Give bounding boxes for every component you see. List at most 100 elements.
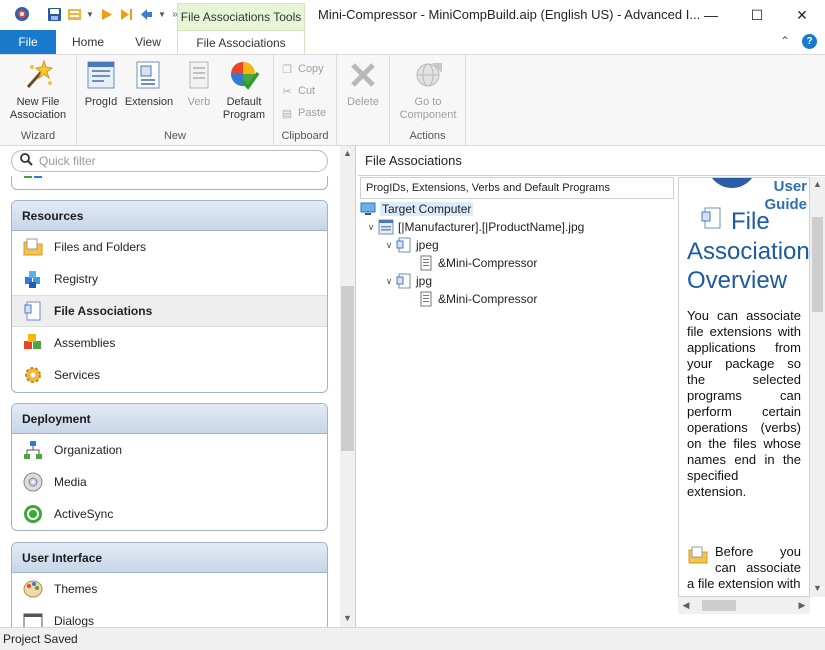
folder-note-icon	[687, 544, 709, 570]
back-dropdown-icon[interactable]: ▼	[158, 6, 166, 22]
title-bar: ▼ ▼ » File Associations Tools Mini-Compr…	[0, 0, 825, 30]
progid-button[interactable]: ProgId	[81, 59, 121, 109]
go-to-component-button[interactable]: Go to Component	[394, 59, 462, 122]
minimize-button[interactable]: —	[688, 0, 734, 30]
tab-home[interactable]: Home	[60, 30, 116, 54]
nav-item-services[interactable]: Services	[12, 359, 327, 391]
ribbon-group-clipboard: ❐ Copy ✂ Cut ▤ Paste Clipboard	[274, 55, 337, 145]
new-file-association-button[interactable]: New File Association	[4, 59, 72, 122]
verb-icon	[418, 291, 434, 307]
run-icon[interactable]	[98, 6, 114, 22]
verb-icon	[183, 59, 215, 91]
tree-label: &Mini-Compressor	[438, 292, 538, 306]
guide-title: File Associations Overview	[687, 206, 809, 295]
nav-item-file-associations[interactable]: File Associations	[12, 295, 327, 327]
collapse-chevron-icon[interactable]: ∨	[382, 276, 396, 287]
ribbon-group-label: Clipboard	[281, 130, 329, 142]
navigation-scrollbar[interactable]: ▲ ▼	[340, 146, 355, 627]
close-button[interactable]: ✕	[779, 0, 825, 30]
tree-label: jpg	[416, 274, 433, 288]
panel-previous	[11, 176, 328, 190]
progid-label: ProgId	[84, 96, 118, 108]
ribbon-group-actions: Go to Component Actions	[390, 55, 466, 145]
extension-icon	[396, 273, 412, 289]
nav-item-activesync[interactable]: ActiveSync	[12, 498, 327, 530]
scroll-down-icon[interactable]: ▼	[810, 581, 825, 595]
debug-icon[interactable]	[118, 6, 134, 22]
nav-item-media[interactable]: Media	[12, 466, 327, 498]
tree-node-extension-jpg[interactable]: ∨ jpg	[382, 272, 432, 290]
dropdown-arrow-icon[interactable]: ▼	[86, 6, 94, 22]
registry-icon	[22, 268, 44, 290]
app-icon[interactable]	[14, 6, 30, 22]
scroll-down-icon[interactable]: ▼	[340, 611, 355, 625]
paste-button[interactable]: ▤ Paste	[280, 106, 326, 120]
tree-column-header[interactable]: ProgIDs, Extensions, Verbs and Default P…	[360, 177, 674, 199]
ribbon-group-delete: Delete	[337, 55, 390, 145]
collapse-chevron-icon[interactable]: ∨	[364, 222, 378, 233]
delete-x-icon	[347, 59, 379, 91]
tree-node-extension-jpeg[interactable]: ∨ jpeg	[382, 236, 439, 254]
panel-user-interface: User Interface Themes Dialogs	[11, 542, 328, 627]
palette-icon	[22, 578, 44, 600]
ribbon-tabs: File Home View File Associations ⌃ ?	[0, 30, 825, 54]
help-icon[interactable]: ?	[802, 34, 817, 49]
default-program-label: Default Program	[222, 96, 266, 121]
copy-button[interactable]: ❐ Copy	[280, 62, 324, 76]
panel-title-user-interface[interactable]: User Interface	[12, 543, 327, 573]
build-icon[interactable]	[66, 6, 82, 22]
cut-button[interactable]: ✂ Cut	[280, 84, 315, 98]
panel-title-deployment[interactable]: Deployment	[12, 404, 327, 434]
scroll-right-icon[interactable]: ▶	[794, 597, 810, 614]
nav-item-dialogs[interactable]: Dialogs	[12, 605, 327, 627]
nav-item-assemblies[interactable]: Assemblies	[12, 327, 327, 359]
default-program-button[interactable]: Default Program	[219, 59, 269, 122]
nav-item-registry[interactable]: Registry	[12, 263, 327, 295]
guide-body-continued: Before you can associate a file extensio…	[687, 544, 801, 591]
nav-item-organization[interactable]: Organization	[12, 434, 327, 466]
collapse-ribbon-icon[interactable]: ⌃	[780, 34, 790, 49]
back-arrow-icon[interactable]	[138, 6, 154, 22]
panel-deployment: Deployment Organization Media ActiveSync	[11, 403, 328, 531]
nav-label: Dialogs	[54, 614, 95, 627]
tab-view[interactable]: View	[120, 30, 176, 54]
nav-item-partial[interactable]	[12, 176, 327, 189]
collapse-chevron-icon[interactable]: ∨	[382, 240, 396, 251]
tab-file[interactable]: File	[0, 30, 56, 54]
nav-item-files-and-folders[interactable]: Files and Folders	[12, 231, 327, 263]
tree-node-verb[interactable]: &Mini-Compressor	[418, 254, 537, 272]
verb-button[interactable]: Verb	[179, 59, 219, 109]
extension-button[interactable]: Extension	[123, 59, 175, 109]
ribbon-group-wizard: New File Association Wizard	[0, 55, 77, 145]
copy-icon: ❐	[282, 63, 292, 76]
ribbon-group-label: Wizard	[20, 130, 56, 142]
scroll-thumb[interactable]	[702, 600, 736, 611]
scroll-up-icon[interactable]: ▲	[810, 177, 825, 191]
file-associations-icon	[22, 300, 44, 322]
tree-node-target-computer[interactable]: Target Computer	[360, 200, 474, 218]
file-associations-icon	[699, 206, 723, 237]
search-icon	[20, 153, 33, 169]
delete-button[interactable]: Delete	[340, 59, 386, 109]
default-program-icon	[228, 59, 260, 91]
scroll-up-icon[interactable]: ▲	[340, 146, 355, 160]
tree-node-progid[interactable]: ∨ [|Manufacturer].[|ProductName].jpg	[364, 218, 584, 236]
quick-filter[interactable]	[11, 150, 328, 172]
tree-node-verb[interactable]: &Mini-Compressor	[418, 290, 537, 308]
save-icon[interactable]	[46, 6, 62, 22]
ribbon: New File Association Wizard ProgId Exten…	[0, 54, 825, 146]
navigation-pane: Resources Files and Folders Registry Fil…	[0, 146, 356, 627]
nav-item-themes[interactable]: Themes	[12, 573, 327, 605]
cut-label: Cut	[298, 85, 316, 97]
scroll-left-icon[interactable]: ◀	[678, 597, 694, 614]
panel-title-resources[interactable]: Resources	[12, 201, 327, 231]
guide-horizontal-scrollbar[interactable]: ◀ ▶	[678, 597, 810, 614]
guide-scrollbar[interactable]: ▲ ▼	[810, 177, 825, 597]
maximize-button[interactable]: ☐	[734, 0, 780, 30]
tab-file-associations[interactable]: File Associations	[177, 30, 305, 54]
quick-filter-input[interactable]	[39, 154, 309, 168]
quick-access-toolbar: ▼ ▼ »	[14, 6, 180, 22]
scroll-thumb[interactable]	[341, 286, 354, 451]
scroll-thumb[interactable]	[812, 217, 823, 312]
progid-icon	[85, 59, 117, 91]
